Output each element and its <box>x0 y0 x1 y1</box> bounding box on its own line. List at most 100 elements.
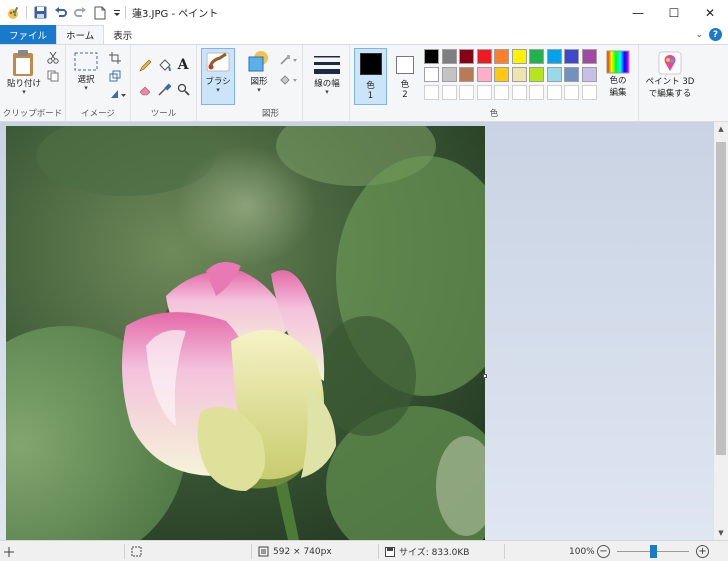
status-divider <box>378 544 379 559</box>
color-swatch[interactable] <box>581 67 597 82</box>
paint3d-group: ペイント 3D で編集する <box>639 45 699 121</box>
close-button[interactable]: ✕ <box>692 0 728 25</box>
color-swatch[interactable] <box>476 49 492 64</box>
cursor-position <box>4 541 14 561</box>
custom-color-slot[interactable] <box>441 85 457 100</box>
scroll-down-icon[interactable]: ▼ <box>714 526 728 540</box>
tab-home[interactable]: ホーム <box>56 25 105 44</box>
color-swatch[interactable] <box>529 49 544 64</box>
color-swatch[interactable] <box>546 67 562 82</box>
color-swatch[interactable] <box>459 67 474 82</box>
status-divider <box>504 544 505 559</box>
rotate-icon[interactable] <box>108 87 128 101</box>
save-icon[interactable] <box>33 6 47 20</box>
color2-button[interactable]: 色 2 <box>390 48 420 105</box>
paste-button[interactable]: 貼り付け ▾ <box>4 49 44 96</box>
zoom-slider-thumb[interactable] <box>649 545 657 558</box>
color-swatch[interactable] <box>546 49 562 64</box>
color-swatch[interactable] <box>511 49 527 64</box>
edit-colors-label-1: 色の <box>609 76 627 86</box>
maximize-button[interactable]: ☐ <box>656 0 692 25</box>
undo-icon[interactable] <box>53 6 67 20</box>
zoom-out-button[interactable]: − <box>597 545 610 558</box>
cut-icon[interactable] <box>46 51 60 65</box>
shapes-button[interactable]: 図形 ▾ <box>243 49 275 94</box>
color-swatch[interactable] <box>529 67 544 82</box>
color-swatch[interactable] <box>424 49 439 64</box>
resize-icon[interactable] <box>108 69 122 83</box>
color-swatch[interactable] <box>564 49 579 64</box>
color-swatch[interactable] <box>441 49 457 64</box>
color-swatch[interactable] <box>441 67 457 82</box>
custom-color-slot[interactable] <box>494 85 509 100</box>
tab-file[interactable]: ファイル <box>0 25 57 44</box>
brushes-group: ブラシ ▾ <box>197 45 239 121</box>
color2-swatch <box>396 56 414 74</box>
color-swatch[interactable] <box>494 49 509 64</box>
copy-icon[interactable] <box>46 69 60 83</box>
size-button[interactable]: 線の幅 ▾ <box>308 53 346 96</box>
line-width-icon <box>314 56 340 74</box>
eraser-icon[interactable] <box>138 82 152 96</box>
vertical-scrollbar[interactable]: ▲ ▼ <box>714 122 728 540</box>
shapes-group: 図形 ▾ 図形 <box>239 45 303 121</box>
edit-with-paint3d-button[interactable]: ペイント 3D で編集する <box>641 51 699 99</box>
color-swatch[interactable] <box>564 67 579 82</box>
zoom-percent: 100% <box>569 546 595 557</box>
color-picker-icon[interactable] <box>157 82 171 96</box>
chevron-down-icon: ▾ <box>84 84 88 92</box>
select-button[interactable]: 選択 ▾ <box>70 51 102 92</box>
minimize-button[interactable]: — <box>620 0 656 25</box>
collapse-ribbon-icon[interactable]: ⌄ <box>695 30 703 40</box>
text-tool-icon[interactable]: A <box>176 57 190 73</box>
image-group: 選択 ▾ イメージ <box>66 45 131 121</box>
color-swatch[interactable] <box>494 67 509 82</box>
scroll-up-icon[interactable]: ▲ <box>714 122 728 136</box>
tab-view[interactable]: 表示 <box>104 25 141 44</box>
window-controls: — ☐ ✕ <box>620 0 728 25</box>
custom-color-slot[interactable] <box>424 85 439 100</box>
pencil-icon[interactable] <box>138 58 152 72</box>
new-file-icon[interactable] <box>93 6 107 20</box>
disk-icon <box>385 546 395 557</box>
resize-handle-right[interactable] <box>483 374 487 378</box>
magnifier-icon[interactable] <box>176 82 190 96</box>
color-swatch[interactable] <box>581 49 597 64</box>
chevron-down-icon: ▾ <box>216 86 220 94</box>
outline-icon[interactable] <box>279 53 299 67</box>
redo-icon[interactable] <box>73 6 87 20</box>
paint3d-icon <box>658 51 682 75</box>
customize-qa-dropdown-icon[interactable] <box>113 6 121 20</box>
color-swatch[interactable] <box>459 49 474 64</box>
color-swatch[interactable] <box>511 67 527 82</box>
custom-color-slot[interactable] <box>529 85 544 100</box>
image-size-text: 592 × 740px <box>273 546 332 557</box>
color-swatch[interactable] <box>424 67 439 82</box>
fill-shape-icon[interactable] <box>279 73 299 87</box>
ribbon-help-area: ⌄ ? <box>695 28 722 41</box>
size-group: 線の幅 ▾ <box>303 45 350 121</box>
scrollbar-thumb[interactable] <box>716 142 726 455</box>
custom-color-slot[interactable] <box>564 85 579 100</box>
status-bar: 592 × 740px サイズ: 833.0KB 100% − + <box>0 540 728 561</box>
custom-color-slot[interactable] <box>581 85 597 100</box>
edit-colors-button[interactable]: 色の 編集 <box>601 50 635 98</box>
custom-color-slot[interactable] <box>459 85 474 100</box>
file-size-info: サイズ: 833.0KB <box>385 541 469 561</box>
canvas-workspace[interactable] <box>0 122 714 540</box>
zoom-in-button[interactable]: + <box>696 545 709 558</box>
clipboard-group: 貼り付け ▾ クリップボード <box>0 45 66 121</box>
lotus-image-canvas[interactable] <box>6 126 485 540</box>
crop-icon[interactable] <box>108 51 122 65</box>
custom-color-slot[interactable] <box>511 85 527 100</box>
fill-icon[interactable] <box>157 58 171 72</box>
quick-access-toolbar <box>0 0 121 25</box>
help-icon[interactable]: ? <box>709 28 722 41</box>
brushes-button[interactable]: ブラシ ▾ <box>201 48 235 105</box>
color-swatch[interactable] <box>476 67 492 82</box>
custom-color-slot[interactable] <box>476 85 492 100</box>
paste-icon <box>13 50 33 76</box>
custom-color-slot[interactable] <box>546 85 562 100</box>
chevron-down-icon: ▾ <box>257 86 261 94</box>
color1-button[interactable]: 色 1 <box>354 48 387 105</box>
